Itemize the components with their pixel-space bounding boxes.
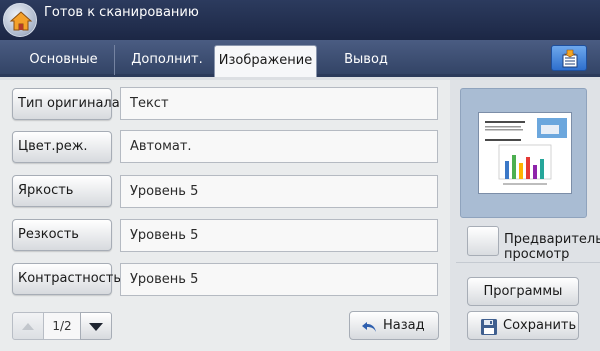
tab-advanced[interactable]: Дополнит. (121, 45, 213, 75)
document-list-icon (562, 49, 578, 68)
tab-tool-button[interactable] (551, 45, 587, 71)
color-mode-button[interactable]: Цвет.реж. (12, 131, 112, 163)
programs-button[interactable]: Программы (467, 277, 579, 306)
tab-image[interactable]: Изображение (214, 45, 317, 77)
document-thumbnail-icon (485, 118, 567, 185)
brightness-button[interactable]: Яркость (12, 175, 112, 207)
triangle-up-icon (22, 323, 34, 330)
page-up-button[interactable] (12, 312, 44, 340)
tab-bar: Основные Дополнит. Изображение Вывод (0, 40, 600, 77)
preview-checkbox[interactable] (467, 226, 499, 256)
undo-arrow-icon (362, 322, 376, 332)
tab-basic[interactable]: Основные (13, 45, 115, 75)
brightness-value: Уровень 5 (120, 175, 438, 208)
back-button[interactable]: Назад (349, 311, 439, 340)
back-label: Назад (383, 318, 425, 333)
preview-label: Предварительный просмотр (504, 232, 600, 262)
save-button[interactable]: Сохранить (467, 311, 579, 340)
title-bar: Готов к сканированию (0, 0, 600, 40)
preview-thumbnail[interactable] (460, 88, 587, 218)
floppy-disk-icon (481, 319, 497, 335)
tab-output[interactable]: Вывод (320, 45, 412, 75)
contrast-button[interactable]: Контрастность (12, 263, 121, 295)
original-type-value: Текст (120, 87, 438, 120)
sharpness-button[interactable]: Резкость (12, 219, 112, 251)
contrast-value: Уровень 5 (120, 263, 438, 296)
home-icon (9, 11, 33, 31)
preview-page-image (478, 112, 572, 194)
save-label: Сохранить (503, 318, 577, 333)
preview-label-line-2: просмотр (504, 247, 570, 262)
sharpness-value: Уровень 5 (120, 219, 438, 252)
divider (456, 262, 600, 263)
page-down-button[interactable] (80, 312, 112, 340)
home-button[interactable] (3, 3, 37, 37)
status-title: Готов к сканированию (44, 5, 199, 20)
preview-label-line-1: Предварительный (504, 232, 600, 247)
page-indicator: 1/2 (44, 312, 80, 340)
color-mode-value: Автомат. (120, 130, 438, 163)
original-type-button[interactable]: Тип оригинала (12, 88, 120, 120)
triangle-down-icon (89, 323, 103, 331)
